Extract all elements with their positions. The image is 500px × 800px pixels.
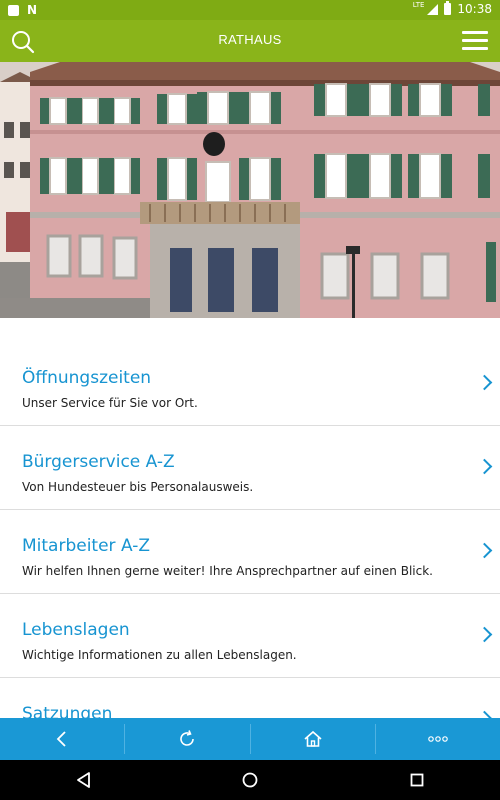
list-item-title: Öffnungszeiten: [22, 368, 152, 388]
hamburger-menu-icon[interactable]: [462, 31, 488, 51]
reload-button[interactable]: [125, 718, 249, 760]
list-item-title: Bürgerservice A-Z: [22, 452, 175, 472]
more-button[interactable]: [376, 718, 500, 760]
app-bar: RATHAUS: [0, 20, 500, 62]
list-item-subtitle: Von Hundesteuer bis Personalausweis.: [22, 480, 254, 494]
chevron-right-icon: [476, 542, 493, 559]
n-app-icon: N: [27, 3, 38, 17]
notification-square-icon: [8, 4, 19, 16]
town-hall-illustration: [0, 62, 500, 318]
menu-list: Öffnungszeiten Unser Service für Sie vor…: [0, 342, 500, 762]
list-item-subtitle: Wir helfen Ihnen gerne weiter! Ihre Ansp…: [22, 564, 433, 578]
list-item-title: Lebenslagen: [22, 620, 130, 640]
chevron-right-icon: [476, 374, 493, 391]
hero-image: [0, 62, 500, 318]
network-type: LTE: [412, 1, 425, 9]
signal-icon: [427, 3, 439, 15]
nav-back-icon: [77, 772, 91, 788]
nav-home-icon: [242, 772, 258, 788]
reload-icon: [180, 730, 195, 746]
battery-icon: [444, 1, 452, 15]
list-item-lebenslagen[interactable]: Lebenslagen Wichtige Informationen zu al…: [0, 594, 500, 678]
system-nav-bar: [0, 760, 500, 800]
list-item-mitarbeiter[interactable]: Mitarbeiter A-Z Wir helfen Ihnen gerne w…: [0, 510, 500, 594]
bottom-toolbar: [0, 718, 500, 760]
list-item-subtitle: Unser Service für Sie vor Ort.: [22, 396, 198, 410]
list-item-buergerservice[interactable]: Bürgerservice A-Z Von Hundesteuer bis Pe…: [0, 426, 500, 510]
chevron-right-icon: [476, 458, 493, 475]
status-time: 10:38: [457, 2, 492, 16]
list-item-title: Mitarbeiter A-Z: [22, 536, 150, 556]
back-icon: [56, 731, 66, 747]
list-item-oeffnungszeiten[interactable]: Öffnungszeiten Unser Service für Sie vor…: [0, 342, 500, 426]
nav-recents-icon: [410, 773, 424, 787]
back-button[interactable]: [0, 718, 124, 760]
home-button[interactable]: [251, 718, 375, 760]
status-bar: N LTE 10:38: [0, 0, 500, 20]
home-icon: [304, 730, 322, 747]
nav-recents-button[interactable]: [397, 760, 437, 800]
chevron-right-icon: [476, 626, 493, 643]
nav-home-button[interactable]: [230, 760, 270, 800]
more-icon: [428, 736, 448, 742]
nav-back-button[interactable]: [63, 760, 103, 800]
page-title: RATHAUS: [218, 32, 282, 47]
list-item-subtitle: Wichtige Informationen zu allen Lebensla…: [22, 648, 297, 662]
